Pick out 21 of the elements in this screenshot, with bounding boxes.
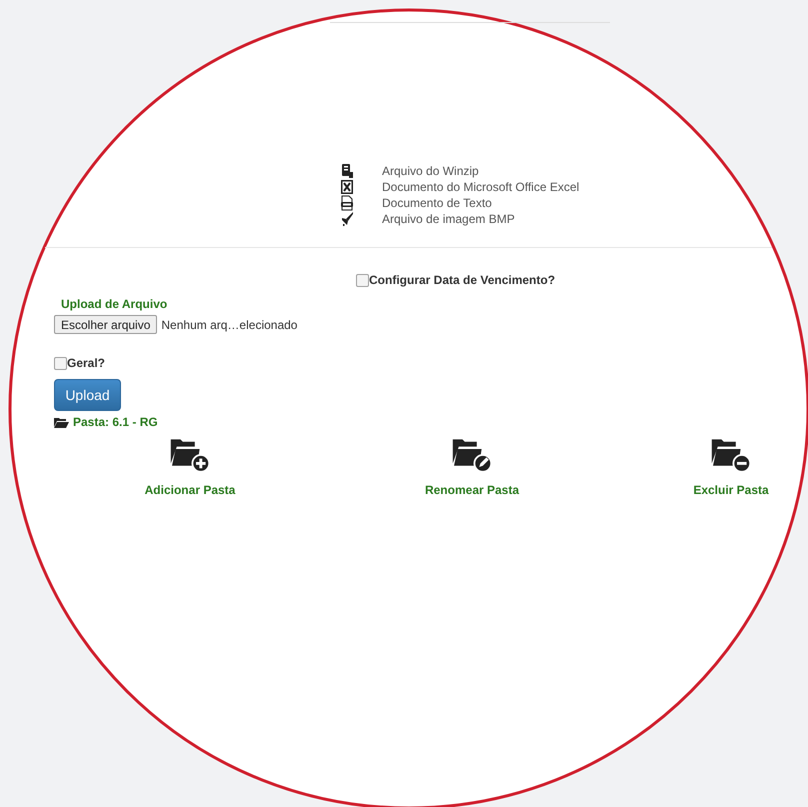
- checkbox[interactable]: [356, 274, 369, 286]
- choose-file-button[interactable]: Escolher arquivo: [54, 315, 158, 334]
- file-type-label: Arquivo de imagem BMP: [382, 211, 515, 227]
- folder-action-label[interactable]: Renomear Pasta: [424, 481, 520, 499]
- archive-icon: [340, 163, 354, 179]
- folder-action-label[interactable]: Adicionar Pasta: [144, 481, 236, 499]
- file-status: Nenhum arq…elecionado: [161, 316, 298, 334]
- file-type-label: Documento do Microsoft Office Excel: [382, 179, 580, 195]
- file-type-label: Documento de Texto: [382, 195, 492, 211]
- text-file-icon: [340, 195, 354, 211]
- checkbox[interactable]: [54, 356, 67, 370]
- checkbox-label: Geral?: [67, 355, 106, 372]
- checkbox-label: Configurar Data de Vencimento?: [369, 272, 556, 289]
- file-type-label: Arquivo do Winzip: [382, 163, 479, 179]
- section-title: Upload de Arquivo: [61, 296, 168, 313]
- folder-label: Pasta: 6.1 - RG: [73, 414, 158, 431]
- upload-button[interactable]: Upload: [54, 379, 121, 411]
- brush-icon: [340, 211, 354, 227]
- folder-icon: [54, 416, 69, 428]
- folder-action-label[interactable]: Excluir Pasta: [693, 481, 769, 499]
- spreadsheet-icon: [340, 179, 354, 195]
